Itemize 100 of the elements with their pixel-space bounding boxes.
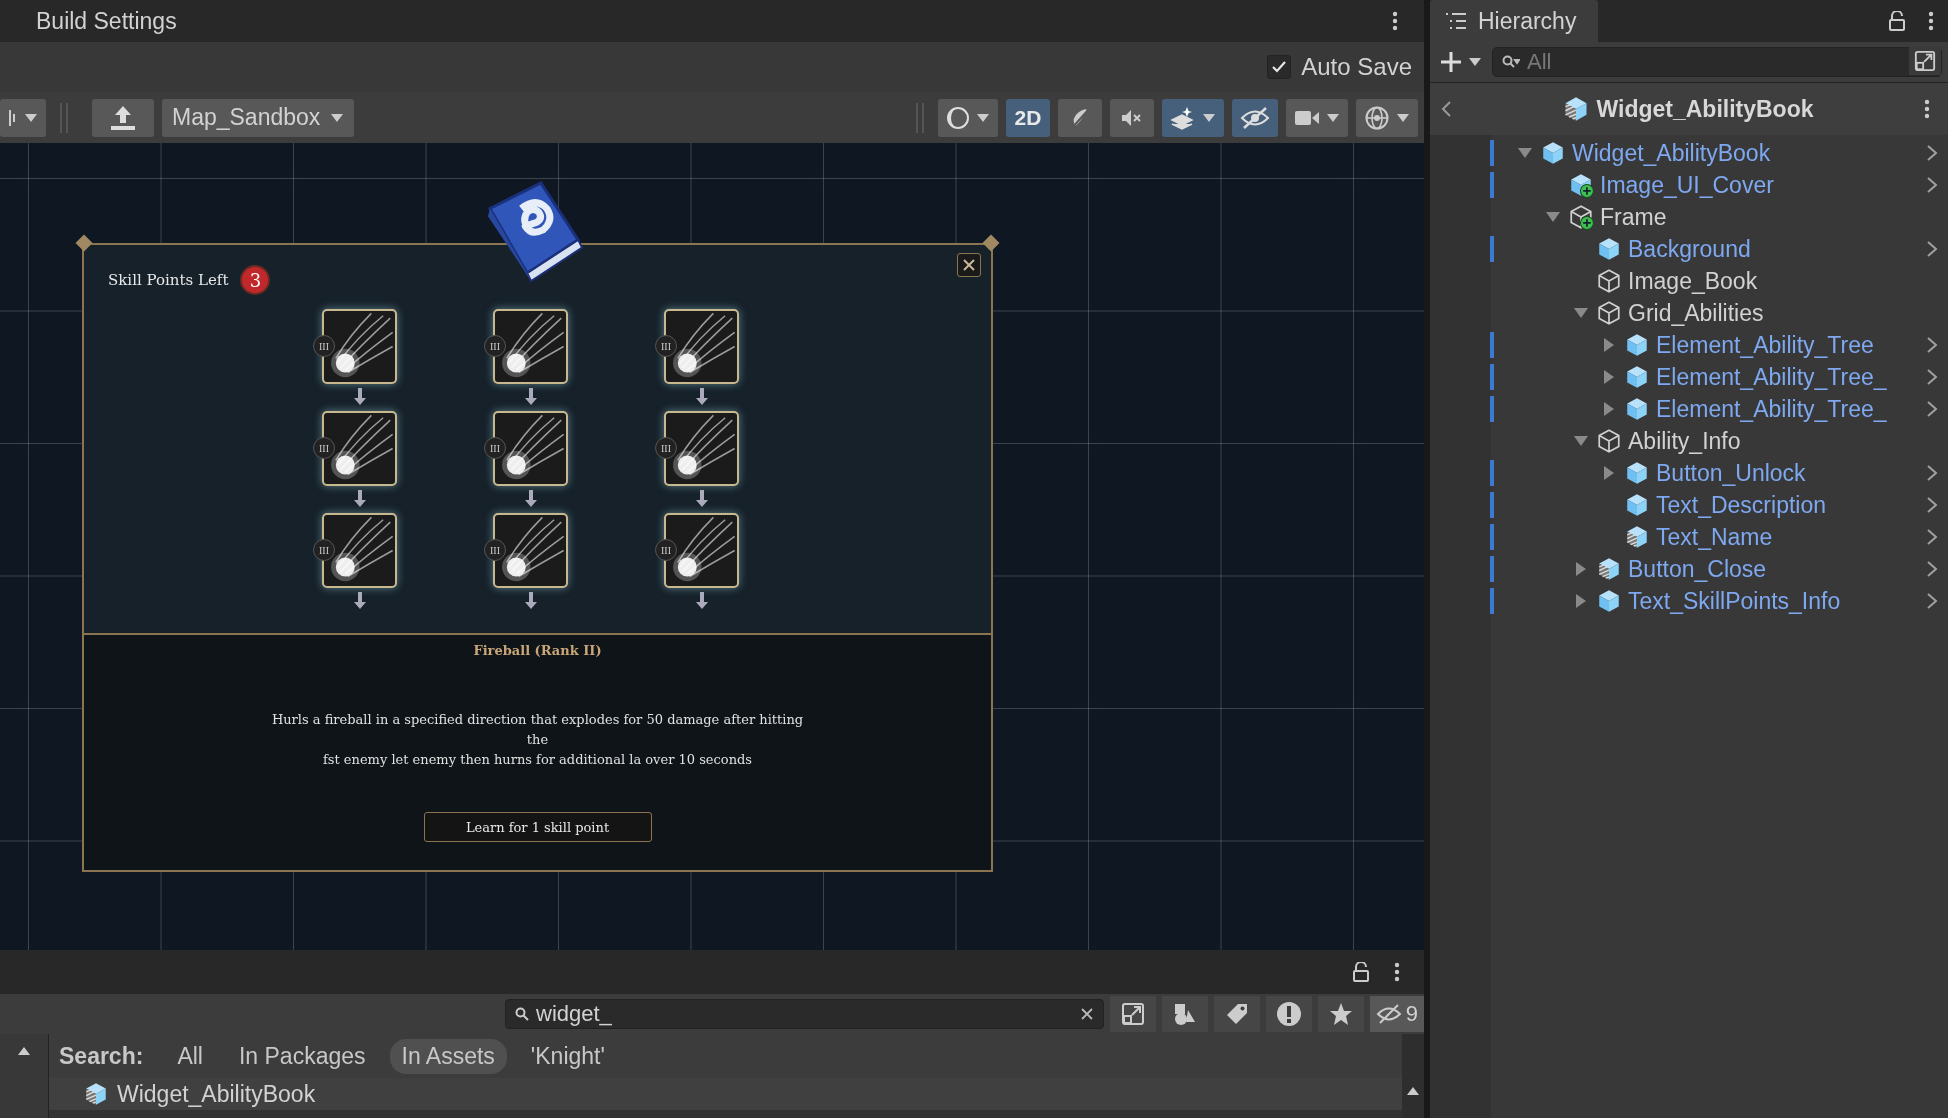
chevron-right-icon[interactable]: [1926, 400, 1938, 418]
down-arrow-icon: [352, 490, 367, 508]
hierarchy-item[interactable]: Button_Unlock: [1656, 459, 1806, 487]
more-menu-icon[interactable]: [1924, 99, 1930, 119]
lock-icon[interactable]: [1352, 962, 1370, 982]
hierarchy-item[interactable]: Element_Ability_Tree_: [1656, 363, 1887, 391]
hierarchy-item[interactable]: Frame: [1600, 203, 1667, 231]
tool-dropdown[interactable]: [0, 98, 46, 137]
override-bar: [1490, 140, 1494, 166]
search-scope-tab[interactable]: In Assets: [389, 1038, 507, 1074]
mode-toggle[interactable]: 2D: [1006, 98, 1050, 137]
cube-icon: [1624, 492, 1650, 518]
chevron-right-icon[interactable]: [1926, 496, 1938, 514]
hierarchy-item[interactable]: Button_Close: [1628, 555, 1767, 583]
log-filter-button[interactable]: [1265, 996, 1312, 1032]
search-field[interactable]: widget_: [505, 999, 1104, 1029]
search-scope-tab[interactable]: All: [165, 1038, 215, 1074]
cube-icon: [1540, 140, 1566, 166]
cube-icon: [1624, 460, 1650, 486]
auto-save-checkbox[interactable]: Auto Save: [1267, 53, 1412, 81]
hierarchy-item[interactable]: Text_Description: [1656, 491, 1827, 519]
search-scope-tab[interactable]: In Packages: [226, 1038, 378, 1074]
collapsed-arrow-icon[interactable]: [1603, 337, 1615, 353]
search-field[interactable]: All: [1492, 47, 1942, 77]
hierarchy-item[interactable]: Element_Ability_Tree_: [1656, 395, 1887, 423]
search-icon: [515, 1007, 529, 1021]
collapsed-arrow-icon[interactable]: [1575, 561, 1587, 577]
close-button[interactable]: [957, 253, 981, 277]
expanded-arrow-icon[interactable]: [1517, 147, 1533, 159]
chevron-right-icon[interactable]: [1926, 240, 1938, 258]
scene-dropdown[interactable]: Map_Sandbox: [162, 98, 355, 137]
hierarchy-item[interactable]: Background: [1628, 235, 1751, 263]
expanded-arrow-icon[interactable]: [1545, 211, 1561, 223]
plus-icon: [1440, 51, 1462, 73]
label-filter-button[interactable]: [1213, 996, 1260, 1032]
more-menu-icon[interactable]: [1392, 11, 1398, 31]
scroll-up-icon[interactable]: [17, 1046, 31, 1056]
search-result-item[interactable]: Widget_AbilityBook: [49, 1078, 1402, 1110]
rank-badge: III: [484, 539, 506, 561]
open-window-button[interactable]: [1109, 996, 1156, 1032]
chevron-right-icon[interactable]: [1926, 176, 1938, 194]
hierarchy-item[interactable]: Text_SkillPoints_Info: [1628, 587, 1841, 615]
half-circle-icon: [946, 105, 970, 130]
more-menu-icon[interactable]: [1394, 962, 1400, 982]
rank-badge: III: [655, 437, 677, 459]
hierarchy-item[interactable]: Element_Ability_Tree: [1656, 331, 1874, 359]
lock-icon[interactable]: [1888, 11, 1906, 31]
collapsed-arrow-icon[interactable]: [1575, 593, 1587, 609]
rank-badge: III: [313, 539, 335, 561]
open-window-icon[interactable]: [1914, 50, 1936, 72]
override-bar: [1490, 588, 1494, 614]
cube-icon: [1596, 236, 1622, 262]
chevron-right-icon[interactable]: [1926, 464, 1938, 482]
collapsed-arrow-icon[interactable]: [1603, 465, 1615, 481]
caret-icon: [1468, 57, 1482, 67]
search-scope-label: Search:: [59, 1042, 144, 1070]
scroll-up-icon[interactable]: [1406, 1086, 1420, 1096]
chevron-right-icon[interactable]: [1926, 560, 1938, 578]
hidden-packages-toggle[interactable]: 9: [1369, 996, 1424, 1032]
lighting-toggle[interactable]: [1058, 98, 1102, 137]
effects-toggle[interactable]: [1162, 98, 1224, 137]
upload-button[interactable]: [92, 98, 154, 137]
visibility-toggle[interactable]: [1232, 98, 1278, 137]
hierarchy-item[interactable]: Text_Name: [1656, 523, 1773, 551]
chevron-right-icon[interactable]: [1926, 528, 1938, 546]
hierarchy-item[interactable]: Image_Book: [1628, 267, 1758, 295]
add-button[interactable]: [1440, 51, 1482, 73]
hierarchy-item[interactable]: Image_UI_Cover: [1600, 171, 1774, 199]
collapsed-arrow-icon[interactable]: [1603, 401, 1615, 417]
learn-button[interactable]: Learn for 1 skill point: [423, 812, 652, 842]
skill-points-label: Skill Points Left: [108, 271, 229, 289]
shading-toggle[interactable]: [938, 98, 998, 137]
down-arrow-icon: [352, 592, 367, 610]
down-arrow-icon: [523, 592, 538, 610]
search-scope-tab[interactable]: 'Knight': [518, 1038, 617, 1074]
hierarchy-item[interactable]: Widget_AbilityBook: [1572, 139, 1771, 167]
chevron-right-icon[interactable]: [1926, 144, 1938, 162]
skill-points-badge: 3: [240, 265, 271, 295]
override-bar: [1490, 524, 1494, 550]
clear-icon[interactable]: [1079, 1007, 1094, 1021]
striped-cube-icon: [83, 1081, 109, 1107]
collapsed-arrow-icon[interactable]: [1603, 369, 1615, 385]
down-arrow-icon: [694, 388, 709, 406]
chevron-right-icon[interactable]: [1926, 368, 1938, 386]
chevron-right-icon[interactable]: [1926, 336, 1938, 354]
favorite-button[interactable]: [1317, 996, 1364, 1032]
hierarchy-item[interactable]: Ability_Info: [1628, 427, 1741, 455]
chevron-right-icon[interactable]: [1926, 592, 1938, 610]
expanded-arrow-icon[interactable]: [1573, 307, 1589, 319]
camera-toggle[interactable]: [1286, 98, 1348, 137]
back-icon[interactable]: [1440, 100, 1452, 118]
type-filter-button[interactable]: [1161, 996, 1208, 1032]
rank-badge: III: [655, 335, 677, 357]
more-menu-icon[interactable]: [1928, 11, 1934, 31]
override-bar: [1490, 460, 1494, 486]
hierarchy-item[interactable]: Grid_Abilities: [1628, 299, 1764, 327]
expanded-arrow-icon[interactable]: [1573, 435, 1589, 447]
gizmos-toggle[interactable]: [1356, 98, 1418, 137]
hierarchy-tab[interactable]: Hierarchy: [1430, 0, 1599, 42]
audio-toggle[interactable]: [1110, 98, 1154, 137]
